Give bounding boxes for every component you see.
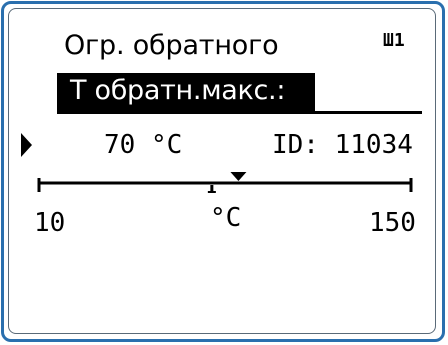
- current-value-marker-base: [207, 191, 216, 193]
- scale-min-label: 10: [34, 208, 66, 238]
- scale-unit-label: °C: [210, 203, 242, 233]
- device-frame: Огр. обратного Ш1 T обратн.макс.: 70 °C …: [0, 0, 448, 345]
- scale-max-label: 150: [369, 208, 416, 238]
- lcd-content: Огр. обратного Ш1 T обратн.макс.: 70 °C …: [0, 0, 448, 345]
- setpoint-marker-icon: [230, 172, 247, 181]
- current-value-marker-icon: [207, 185, 216, 193]
- value-scale[interactable]: [0, 0, 448, 345]
